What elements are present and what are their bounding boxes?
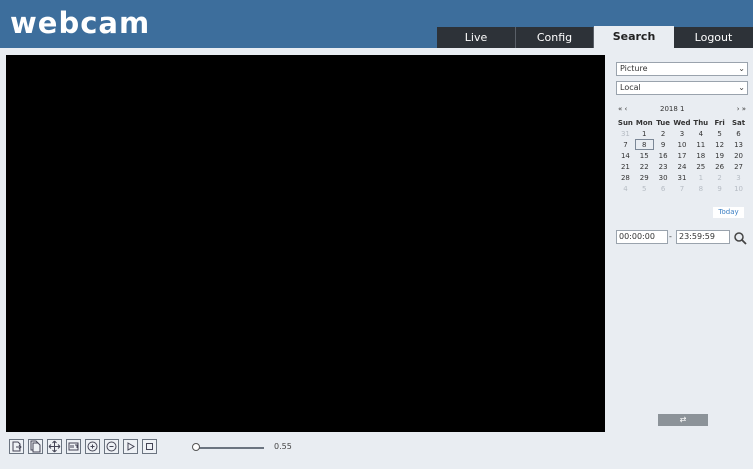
playback-speed-slider[interactable] xyxy=(196,447,264,449)
location-select-value: Local xyxy=(620,83,641,92)
calendar-week-row: 4 5 6 7 8 9 10 xyxy=(616,183,748,194)
calendar-year-month[interactable]: 2018 1 xyxy=(660,105,685,113)
search-panel: Picture ⌄ Local ⌄ « ‹ 2018 1 › » Sun Mon T… xyxy=(612,55,750,440)
header-bar: webcam Live Config Search Logout xyxy=(0,0,753,48)
calendar-week-row: 7 8 9 10 11 12 13 xyxy=(616,139,748,150)
calendar-day[interactable]: 3 xyxy=(729,172,748,183)
calendar-day[interactable]: 9 xyxy=(654,139,673,150)
play-icon[interactable] xyxy=(123,439,138,454)
playback-toolbar: 0.55 xyxy=(6,437,605,459)
calendar-day[interactable]: 22 xyxy=(635,161,654,172)
weekday-header: Sat xyxy=(731,119,746,127)
location-select[interactable]: Local ⌄ xyxy=(616,81,748,95)
calendar-day[interactable]: 10 xyxy=(729,183,748,194)
calendar-day[interactable]: 2 xyxy=(710,172,729,183)
slider-handle[interactable] xyxy=(192,443,200,451)
calendar-day[interactable]: 17 xyxy=(673,150,692,161)
tab-live[interactable]: Live xyxy=(437,27,516,48)
calendar-day[interactable]: 27 xyxy=(729,161,748,172)
export-file-icon[interactable] xyxy=(9,439,24,454)
chevron-down-icon: ⌄ xyxy=(738,83,745,92)
calendar-day[interactable]: 16 xyxy=(654,150,673,161)
calendar-day[interactable]: 30 xyxy=(654,172,673,183)
calendar-day[interactable]: 3 xyxy=(673,128,692,139)
zoom-in-icon[interactable] xyxy=(85,439,100,454)
calendar-day[interactable]: 28 xyxy=(616,172,635,183)
calendar-prev-icon[interactable]: « ‹ xyxy=(618,105,627,113)
type-select[interactable]: Picture ⌄ xyxy=(616,62,748,76)
calendar-day[interactable]: 9 xyxy=(710,183,729,194)
time-separator: - xyxy=(669,232,672,241)
calendar-day[interactable]: 6 xyxy=(729,128,748,139)
chevron-down-icon: ⌄ xyxy=(738,64,745,73)
end-time-input[interactable]: 23:59:59 xyxy=(676,230,730,244)
calendar-day[interactable]: 19 xyxy=(710,150,729,161)
tab-logout[interactable]: Logout xyxy=(674,27,753,48)
zoom-out-icon[interactable] xyxy=(104,439,119,454)
search-icon[interactable] xyxy=(733,230,747,245)
calendar-day[interactable]: 5 xyxy=(710,128,729,139)
calendar-week-row: 28 29 30 31 1 2 3 xyxy=(616,172,748,183)
calendar-day[interactable]: 29 xyxy=(635,172,654,183)
calendar-day[interactable]: 18 xyxy=(691,150,710,161)
calendar-day[interactable]: 1 xyxy=(691,172,710,183)
export-all-icon[interactable] xyxy=(28,439,43,454)
weekday-header: Fri xyxy=(714,119,725,127)
weekday-header: Tue xyxy=(656,119,670,127)
calendar-day[interactable]: 12 xyxy=(710,139,729,150)
calendar-day[interactable]: 4 xyxy=(691,128,710,139)
calendar-day[interactable]: 8 xyxy=(634,139,654,150)
calendar-day[interactable]: 15 xyxy=(635,150,654,161)
calendar-day[interactable]: 31 xyxy=(673,172,692,183)
speed-readout: 0.55 xyxy=(274,442,292,451)
switch-view-button[interactable]: ⇄ xyxy=(658,414,708,426)
calendar-day[interactable]: 6 xyxy=(654,183,673,194)
calendar-day[interactable]: 1 xyxy=(635,128,654,139)
calendar-day[interactable]: 8 xyxy=(691,183,710,194)
fullscreen-icon[interactable] xyxy=(47,439,62,454)
calendar-day[interactable]: 14 xyxy=(616,150,635,161)
calendar-day[interactable]: 10 xyxy=(673,139,692,150)
calendar-day[interactable]: 20 xyxy=(729,150,748,161)
calendar-day[interactable]: 4 xyxy=(616,183,635,194)
calendar-day[interactable]: 2 xyxy=(654,128,673,139)
calendar-nav: « ‹ 2018 1 › » xyxy=(616,105,748,117)
calendar-day[interactable]: 23 xyxy=(654,161,673,172)
weekday-header: Wed xyxy=(673,119,691,127)
calendar-week-row: 31 1 2 3 4 5 6 xyxy=(616,128,748,139)
original-size-icon[interactable] xyxy=(66,439,81,454)
calendar-day[interactable]: 24 xyxy=(673,161,692,172)
today-button[interactable]: Today xyxy=(713,207,744,218)
app-logo: webcam xyxy=(10,6,151,40)
calendar-day[interactable]: 11 xyxy=(691,139,710,150)
calendar-day[interactable]: 21 xyxy=(616,161,635,172)
stop-icon[interactable] xyxy=(142,439,157,454)
calendar-day[interactable]: 25 xyxy=(691,161,710,172)
video-display[interactable] xyxy=(6,55,605,432)
weekday-header: Mon xyxy=(635,119,653,127)
tab-search[interactable]: Search xyxy=(594,26,674,48)
calendar-week-row: 14 15 16 17 18 19 20 xyxy=(616,150,748,161)
weekday-header: Thu xyxy=(693,119,709,127)
calendar-day[interactable]: 26 xyxy=(710,161,729,172)
calendar-day[interactable]: 13 xyxy=(729,139,748,150)
calendar-day[interactable]: 7 xyxy=(673,183,692,194)
calendar-grid: Sun Mon Tue Wed Thu Fri Sat 31 1 2 3 4 5 6 7 8 9 10 11 12 1… xyxy=(616,118,748,194)
calendar-day[interactable]: 5 xyxy=(635,183,654,194)
weekday-header: Sun xyxy=(617,119,633,127)
calendar-day[interactable]: 31 xyxy=(616,128,635,139)
tab-config[interactable]: Config xyxy=(516,27,594,48)
calendar-next-icon[interactable]: › » xyxy=(737,105,746,113)
calendar-day[interactable]: 7 xyxy=(616,139,635,150)
type-select-value: Picture xyxy=(620,64,648,73)
start-time-input[interactable]: 00:00:00 xyxy=(616,230,668,244)
calendar-week-row: 21 22 23 24 25 26 27 xyxy=(616,161,748,172)
